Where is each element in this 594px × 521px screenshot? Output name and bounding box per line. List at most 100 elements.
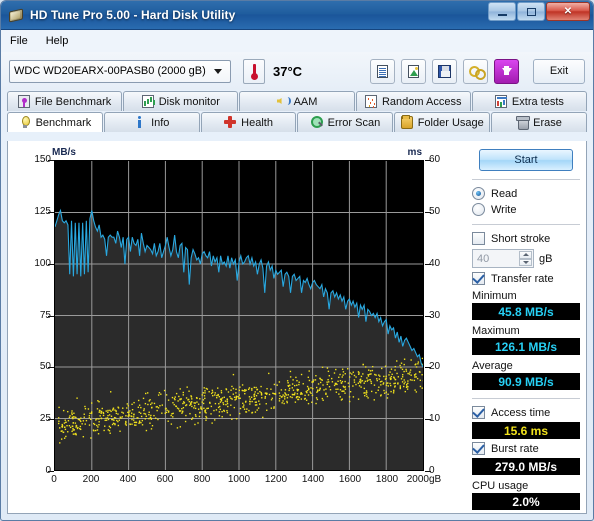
y-axis-label: MB/s [52, 147, 76, 158]
toolbar: WDC WD20EARX-00PASB0 (2000 gB) 37°C Exit [1, 52, 593, 90]
x-axis-tick: 800 [193, 474, 211, 485]
window-controls: ✕ [488, 2, 590, 21]
checkbox-short-stroke[interactable]: Short stroke [472, 232, 582, 245]
speaker-icon [277, 95, 291, 108]
checkbox-access-time[interactable]: Access time [472, 406, 582, 419]
tab-erase[interactable]: Erase [491, 112, 587, 132]
tab-aam[interactable]: AAM [239, 91, 355, 111]
tab-file-benchmark[interactable]: File Benchmark [7, 91, 123, 111]
stat-average-label: Average [472, 360, 513, 372]
tab-label: Random Access [381, 95, 462, 108]
x-axis-tick: 0 [51, 474, 57, 485]
checkbox-transfer-rate[interactable]: Transfer rate [472, 272, 582, 285]
benchmark-sidebar: Start Read Write Short stroke 40 gB Tran… [470, 147, 582, 510]
short-stroke-size-value: 40 [477, 252, 490, 265]
y2-axis-tickmark [425, 160, 431, 161]
x-axis-tick: 2000gB [406, 474, 442, 485]
checkbox-burst-rate[interactable]: Burst rate [472, 442, 582, 455]
tab-info[interactable]: Info [103, 112, 200, 132]
tab-row-1: File Benchmark Disk monitor AAM Random A… [7, 91, 588, 111]
tab-folder-usage[interactable]: Folder Usage [394, 112, 491, 132]
tab-health[interactable]: Health [200, 112, 297, 132]
tab-disk-monitor[interactable]: Disk monitor [123, 91, 239, 111]
y-axis-tickmark [48, 263, 54, 265]
folder-icon [400, 115, 413, 129]
spinner-down-button[interactable] [519, 258, 532, 266]
copy-text-icon[interactable] [370, 58, 395, 84]
radio-write-label: Write [491, 203, 517, 216]
menu-bar: File Help [1, 30, 593, 52]
y2-axis-tick: 50 [429, 205, 441, 217]
y2-axis-tickmark [425, 315, 431, 317]
tab-label: Extra tests [511, 95, 564, 108]
short-stroke-unit: gB [539, 252, 553, 265]
radio-read[interactable]: Read [472, 187, 582, 200]
tab-label: Erase [533, 116, 562, 129]
menu-file[interactable]: File [10, 35, 28, 47]
download-icon[interactable] [494, 58, 519, 84]
stat-maximum-label: Maximum [472, 325, 520, 337]
short-stroke-size-input[interactable]: 40 [472, 249, 534, 268]
tab-label: Disk monitor [158, 95, 220, 108]
tab-error-scan[interactable]: Error Scan [297, 112, 394, 132]
y-axis-tickmark [48, 160, 54, 161]
tab-label: Info [151, 116, 170, 129]
hd-tune-window: HD Tune Pro 5.00 - Hard Disk Utility ✕ F… [0, 0, 594, 521]
radio-read-label: Read [491, 187, 518, 200]
tab-label: Folder Usage [417, 116, 484, 129]
drive-select[interactable]: WDC WD20EARX-00PASB0 (2000 gB) [9, 59, 231, 83]
benchmark-chart: MB/s ms 0255075100125150 0102030405060 0… [12, 147, 468, 505]
stat-average-value: 90.9 MB/s [472, 373, 580, 390]
tab-extra-tests[interactable]: Extra tests [471, 91, 588, 111]
y2-axis-tick: 30 [429, 309, 441, 321]
chevron-down-icon [214, 68, 222, 74]
radio-read-icon [472, 187, 485, 200]
title-bar: HD Tune Pro 5.00 - Hard Disk Utility ✕ [1, 1, 593, 30]
radio-write-icon [472, 203, 485, 216]
tab-row-2: Benchmark Info Health Error Scan Folder … [7, 112, 587, 132]
y-axis-tickmark [48, 211, 54, 213]
short-stroke-size-row: 40 gB [472, 249, 582, 268]
x-axis-tick: 1000 [227, 474, 251, 485]
tab-random-access[interactable]: Random Access [355, 91, 471, 111]
cable-icon[interactable] [463, 58, 488, 84]
trash-icon [516, 116, 531, 130]
y-axis-tickmark [48, 367, 54, 369]
menu-help[interactable]: Help [46, 35, 69, 47]
y2-axis-tick: 10 [429, 413, 441, 425]
tab-label: Health [241, 116, 273, 129]
stat-cpu-usage-value: 2.0% [472, 493, 580, 510]
stat-minimum-value: 45.8 MB/s [472, 303, 580, 320]
lightbulb-icon [19, 116, 31, 129]
checkbox-transfer-rate-icon [472, 272, 485, 285]
x-axis-tick: 1600 [338, 474, 362, 485]
x-axis-tick: 200 [82, 474, 100, 485]
copy-image-icon[interactable] [401, 58, 426, 84]
x-axis-tick: 1800 [375, 474, 399, 485]
y2-axis-label: ms [407, 147, 422, 158]
stat-minimum-label: Minimum [472, 290, 517, 302]
y2-axis-tick: 40 [429, 257, 441, 269]
minimize-button[interactable] [488, 2, 516, 21]
tab-label: AAM [293, 95, 318, 108]
spinner-up-button[interactable] [519, 251, 532, 259]
tab-label: Error Scan [327, 116, 381, 129]
divider [472, 224, 580, 225]
tab-strip: File Benchmark Disk monitor AAM Random A… [1, 91, 593, 132]
close-button[interactable]: ✕ [546, 2, 590, 21]
window-title: HD Tune Pro 5.00 - Hard Disk Utility [30, 8, 236, 22]
y2-axis-tick: 20 [429, 361, 441, 373]
y2-axis-tickmark [425, 419, 431, 421]
maximize-button[interactable] [517, 2, 545, 21]
save-icon[interactable] [432, 58, 457, 84]
y2-axis-tickmark [425, 263, 431, 265]
tab-benchmark[interactable]: Benchmark [7, 112, 103, 132]
y2-axis-tickmark [425, 211, 431, 213]
y2-axis-tick: 60 [429, 154, 441, 165]
temperature-value: 37°C [273, 63, 303, 79]
x-axis-tick: 1400 [301, 474, 325, 485]
start-button[interactable]: Start [479, 149, 573, 171]
y-axis-tickmark [48, 471, 54, 472]
radio-write[interactable]: Write [472, 203, 582, 216]
exit-button[interactable]: Exit [533, 58, 585, 84]
